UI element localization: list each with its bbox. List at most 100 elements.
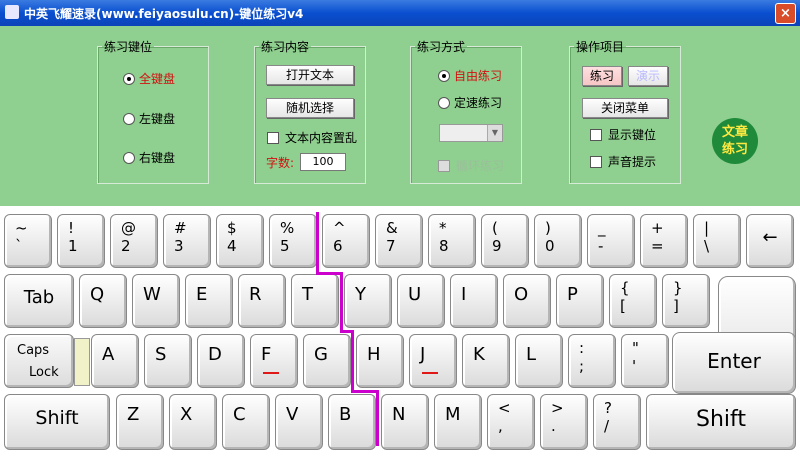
key-d[interactable]: D bbox=[197, 334, 245, 388]
key-y[interactable]: Y bbox=[344, 274, 392, 328]
key-p[interactable]: P bbox=[556, 274, 604, 328]
key-slash[interactable]: ? / bbox=[593, 394, 641, 450]
key-k[interactable]: K bbox=[462, 334, 510, 388]
key-top: ~ bbox=[15, 219, 28, 237]
key-bottom: 3 bbox=[174, 237, 184, 255]
hand-divider-3 bbox=[340, 272, 343, 332]
key-tab[interactable]: Tab bbox=[4, 274, 74, 328]
key-x[interactable]: X bbox=[169, 394, 217, 450]
key-backtick[interactable]: ~ ` bbox=[4, 214, 52, 268]
key-label: Caps bbox=[17, 343, 50, 358]
key-9[interactable]: (9 bbox=[481, 214, 529, 268]
key-5[interactable]: % 5 bbox=[269, 214, 317, 268]
key-4[interactable]: $4 bbox=[216, 214, 264, 268]
key-bottom: [ bbox=[620, 297, 626, 315]
key-g[interactable]: G bbox=[303, 334, 351, 388]
sound-checkbox[interactable]: 声音提示 bbox=[590, 153, 656, 170]
key-3[interactable]: #3 bbox=[163, 214, 211, 268]
speed-select[interactable]: ▼ bbox=[439, 124, 503, 142]
word-count-input[interactable]: 100 bbox=[300, 153, 346, 171]
key-bottom: 5 bbox=[280, 237, 290, 255]
key-o[interactable]: O bbox=[503, 274, 551, 328]
random-select-button[interactable]: 随机选择 bbox=[266, 98, 354, 118]
key-s[interactable]: S bbox=[144, 334, 192, 388]
key-period[interactable]: >. bbox=[540, 394, 588, 450]
checkbox-icon[interactable] bbox=[438, 159, 450, 172]
key-j[interactable]: J bbox=[409, 334, 457, 388]
shuffle-checkbox[interactable]: 文本内容置乱 bbox=[267, 129, 357, 146]
key-backspace[interactable]: ← bbox=[746, 214, 794, 268]
key-q[interactable]: Q bbox=[79, 274, 127, 328]
radio-icon[interactable] bbox=[438, 69, 450, 82]
key-shift-right[interactable]: Shift bbox=[646, 394, 796, 450]
radio-label: 自由练习 bbox=[454, 69, 503, 83]
checkbox-icon[interactable] bbox=[267, 131, 279, 144]
keyboard: ~ ` ! 1 @2 #3 $4 % 5 ^ 6 & 7 * 8 (9 ) 0 _ - + = |… bbox=[0, 206, 800, 462]
key-quote[interactable]: " ' bbox=[621, 334, 669, 388]
key-h[interactable]: H bbox=[356, 334, 404, 388]
checkbox-icon[interactable] bbox=[590, 155, 602, 168]
app-icon bbox=[5, 5, 19, 19]
open-text-button[interactable]: 打开文本 bbox=[266, 65, 354, 85]
key-top: | bbox=[704, 219, 710, 237]
key-2[interactable]: @2 bbox=[110, 214, 158, 268]
key-u[interactable]: U bbox=[397, 274, 445, 328]
key-m[interactable]: M bbox=[434, 394, 482, 450]
radio-left-keyboard[interactable]: 左键盘 bbox=[123, 110, 175, 127]
demo-button[interactable]: 演示 bbox=[628, 66, 668, 86]
radio-icon[interactable] bbox=[438, 96, 450, 109]
key-l[interactable]: L bbox=[515, 334, 563, 388]
hand-divider-1 bbox=[316, 212, 319, 274]
key-label: Lock bbox=[29, 365, 59, 380]
key-r[interactable]: R bbox=[238, 274, 286, 328]
key-z[interactable]: Z bbox=[116, 394, 164, 450]
checkbox-icon[interactable] bbox=[590, 128, 602, 141]
key-bottom: 9 bbox=[492, 237, 502, 255]
hand-divider-5 bbox=[351, 330, 354, 392]
key-t[interactable]: T bbox=[291, 274, 339, 328]
key-caps-lock[interactable]: Caps Lock bbox=[4, 334, 74, 388]
loop-checkbox[interactable]: 循环练习 bbox=[438, 157, 504, 174]
key-b[interactable]: B bbox=[328, 394, 376, 450]
key-right-bracket[interactable]: }] bbox=[662, 274, 710, 328]
key-e[interactable]: E bbox=[185, 274, 233, 328]
key-minus[interactable]: _ - bbox=[587, 214, 635, 268]
radio-fixed-speed[interactable]: 定速练习 bbox=[438, 94, 502, 111]
close-menu-button[interactable]: 关闭菜单 bbox=[582, 98, 668, 118]
radio-icon[interactable] bbox=[123, 151, 135, 164]
key-f[interactable]: F bbox=[250, 334, 298, 388]
key-8[interactable]: * 8 bbox=[428, 214, 476, 268]
key-left-bracket[interactable]: {[ bbox=[609, 274, 657, 328]
key-7[interactable]: & 7 bbox=[375, 214, 423, 268]
key-w[interactable]: W bbox=[132, 274, 180, 328]
radio-free-practice[interactable]: 自由练习 bbox=[438, 67, 502, 84]
key-bottom: 6 bbox=[333, 237, 343, 255]
key-label: E bbox=[196, 284, 208, 305]
key-backslash[interactable]: | \ bbox=[693, 214, 741, 268]
key-shift-left[interactable]: Shift bbox=[4, 394, 110, 450]
radio-icon[interactable] bbox=[123, 112, 135, 125]
key-n[interactable]: N bbox=[381, 394, 429, 450]
radio-right-keyboard[interactable]: 右键盘 bbox=[123, 149, 175, 166]
radio-full-keyboard[interactable]: 全键盘 bbox=[123, 70, 175, 87]
key-6[interactable]: ^ 6 bbox=[322, 214, 370, 268]
article-practice-button[interactable]: 文章 练习 bbox=[712, 118, 758, 164]
show-keys-checkbox[interactable]: 显示键位 bbox=[590, 126, 656, 143]
practice-button[interactable]: 练习 bbox=[582, 66, 622, 86]
chevron-down-icon[interactable]: ▼ bbox=[487, 125, 502, 141]
key-bottom: / bbox=[604, 417, 610, 435]
key-comma[interactable]: <, bbox=[487, 394, 535, 450]
key-label: V bbox=[286, 404, 299, 425]
key-a[interactable]: A bbox=[91, 334, 139, 388]
key-0[interactable]: ) 0 bbox=[534, 214, 582, 268]
key-c[interactable]: C bbox=[222, 394, 270, 450]
key-enter[interactable]: Enter bbox=[672, 332, 796, 394]
radio-icon[interactable] bbox=[123, 72, 135, 85]
key-label: P bbox=[567, 284, 578, 305]
key-1[interactable]: ! 1 bbox=[57, 214, 105, 268]
key-semicolon[interactable]: :; bbox=[568, 334, 616, 388]
key-v[interactable]: V bbox=[275, 394, 323, 450]
key-i[interactable]: I bbox=[450, 274, 498, 328]
close-button[interactable]: × bbox=[775, 3, 796, 24]
key-equals[interactable]: + = bbox=[640, 214, 688, 268]
